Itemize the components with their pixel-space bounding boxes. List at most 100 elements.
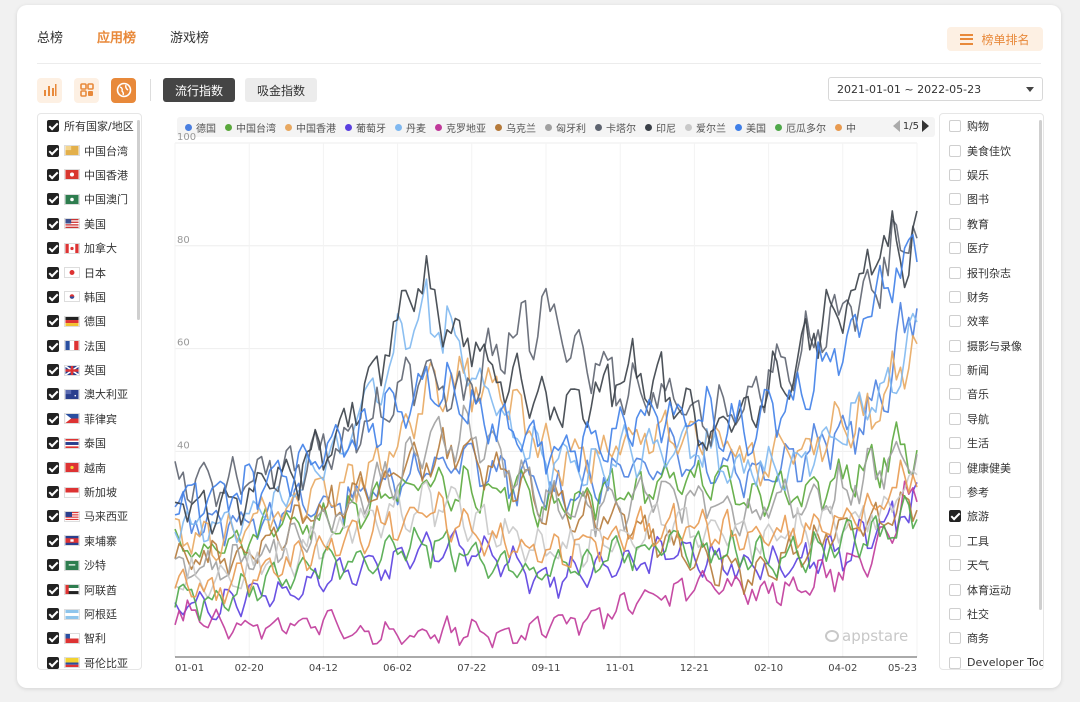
country-checkbox[interactable] xyxy=(47,461,59,474)
category-row[interactable]: 新闻 xyxy=(940,358,1043,382)
country-checkbox[interactable] xyxy=(47,193,59,206)
country-row[interactable]: 马来西亚 xyxy=(38,504,141,528)
category-filter-list[interactable]: 购物 美食佳饮 娱乐 图书 教育 医疗 报刊杂志 财务 效率 摄影与录像 新闻 音乐 导航 生活 健康健美参… xyxy=(939,113,1044,670)
tab-games[interactable]: 游戏榜 xyxy=(170,27,209,57)
country-row[interactable]: 法国 xyxy=(38,334,141,358)
category-checkbox[interactable] xyxy=(949,120,961,133)
country-checkbox[interactable] xyxy=(47,120,59,133)
category-checkbox[interactable] xyxy=(949,412,961,425)
category-row[interactable]: 健康健美 xyxy=(940,455,1043,479)
country-row[interactable]: 阿联酋 xyxy=(38,577,141,601)
category-row[interactable]: 图书 xyxy=(940,187,1043,211)
category-row[interactable]: 参考 xyxy=(940,480,1043,504)
category-checkbox[interactable] xyxy=(949,486,961,499)
country-checkbox[interactable] xyxy=(47,559,59,572)
category-checkbox[interactable] xyxy=(949,168,961,181)
category-checkbox[interactable] xyxy=(949,461,961,474)
category-row[interactable]: 娱乐 xyxy=(940,163,1043,187)
category-checkbox[interactable] xyxy=(949,437,961,450)
country-checkbox[interactable] xyxy=(47,242,59,255)
country-checkbox[interactable] xyxy=(47,583,59,596)
country-row[interactable]: 日本 xyxy=(38,260,141,284)
category-checkbox[interactable] xyxy=(949,193,961,206)
category-checkbox[interactable] xyxy=(949,266,961,279)
category-checkbox[interactable] xyxy=(949,583,961,596)
category-checkbox[interactable] xyxy=(949,608,961,620)
category-checkbox[interactable] xyxy=(949,144,961,157)
category-row[interactable]: 购物 xyxy=(940,114,1043,138)
category-checkbox[interactable] xyxy=(949,364,961,377)
country-checkbox[interactable] xyxy=(47,168,59,181)
country-checkbox[interactable] xyxy=(47,364,59,377)
rank-list-button[interactable]: 榜单排名 xyxy=(947,27,1043,51)
popularity-index-tab[interactable]: 流行指数 xyxy=(163,78,236,102)
country-checkbox[interactable] xyxy=(47,388,59,401)
category-row[interactable]: 生活 xyxy=(940,431,1043,455)
revenue-index-tab[interactable]: 吸金指数 xyxy=(245,78,318,102)
country-checkbox[interactable] xyxy=(47,534,59,547)
country-row[interactable]: 阿根廷 xyxy=(38,602,141,626)
country-checkbox[interactable] xyxy=(47,217,59,230)
category-row[interactable]: 工具 xyxy=(940,529,1043,553)
category-checkbox[interactable] xyxy=(949,242,961,255)
category-row[interactable]: 旅游 xyxy=(940,504,1043,528)
country-checkbox[interactable] xyxy=(47,486,59,499)
country-row[interactable]: 美国 xyxy=(38,212,141,236)
category-row[interactable]: 医疗 xyxy=(940,236,1043,260)
bar-chart-view-button[interactable] xyxy=(37,77,62,103)
category-row[interactable]: 社交 xyxy=(940,602,1043,626)
country-list-scrollbar[interactable] xyxy=(137,120,140,320)
country-row[interactable]: 菲律宾 xyxy=(38,407,141,431)
country-row[interactable]: 加拿大 xyxy=(38,236,141,260)
country-checkbox[interactable] xyxy=(47,412,59,425)
country-filter-list[interactable]: 所有国家/地区 中国台湾 中国香港 中国澳门 美国 加拿大 日本 韩国 德国 法国 英国 澳大利亚 菲律… xyxy=(37,113,142,670)
category-checkbox[interactable] xyxy=(949,559,961,572)
country-checkbox[interactable] xyxy=(47,315,59,328)
country-checkbox[interactable] xyxy=(47,339,59,352)
country-checkbox[interactable] xyxy=(47,608,59,620)
country-checkbox[interactable] xyxy=(47,437,59,450)
country-row[interactable]: 泰国 xyxy=(38,431,141,455)
category-row[interactable]: 天气 xyxy=(940,553,1043,577)
country-row[interactable]: 中国澳门 xyxy=(38,187,141,211)
country-row[interactable]: 新加坡 xyxy=(38,480,141,504)
country-row[interactable]: 澳大利亚 xyxy=(38,382,141,406)
country-row[interactable]: 韩国 xyxy=(38,285,141,309)
country-row[interactable]: 哥伦比亚 xyxy=(38,651,141,669)
category-checkbox[interactable] xyxy=(949,315,961,328)
country-row[interactable]: 柬埔寨 xyxy=(38,529,141,553)
date-range-select[interactable]: 2021-01-01 ~ 2022-05-23 xyxy=(828,77,1043,101)
category-row[interactable]: 音乐 xyxy=(940,382,1043,406)
category-checkbox[interactable] xyxy=(949,510,961,523)
tab-overall[interactable]: 总榜 xyxy=(37,27,63,57)
country-row[interactable]: 智利 xyxy=(38,626,141,650)
globe-view-button[interactable] xyxy=(111,77,136,103)
country-row[interactable]: 沙特 xyxy=(38,553,141,577)
country-checkbox[interactable] xyxy=(47,290,59,303)
category-row[interactable]: 体育运动 xyxy=(940,577,1043,601)
category-row[interactable]: 效率 xyxy=(940,309,1043,333)
tab-apps[interactable]: 应用榜 xyxy=(97,27,136,57)
category-checkbox[interactable] xyxy=(949,388,961,401)
country-checkbox[interactable] xyxy=(47,266,59,279)
country-checkbox[interactable] xyxy=(47,656,59,669)
country-checkbox[interactable] xyxy=(47,632,59,645)
category-row[interactable]: 财务 xyxy=(940,285,1043,309)
category-row[interactable]: 教育 xyxy=(940,212,1043,236)
country-row[interactable]: 中国台湾 xyxy=(38,138,141,162)
category-row[interactable]: 美食佳饮 xyxy=(940,138,1043,162)
country-row[interactable]: 英国 xyxy=(38,358,141,382)
grid-view-button[interactable] xyxy=(74,77,99,103)
category-checkbox[interactable] xyxy=(949,534,961,547)
category-list-scrollbar[interactable] xyxy=(1039,120,1042,610)
category-row[interactable]: Developer Tools xyxy=(940,651,1043,669)
category-row[interactable]: 摄影与录像 xyxy=(940,334,1043,358)
country-row[interactable]: 所有国家/地区 xyxy=(38,114,141,138)
category-checkbox[interactable] xyxy=(949,339,961,352)
category-checkbox[interactable] xyxy=(949,290,961,303)
country-checkbox[interactable] xyxy=(47,510,59,523)
category-row[interactable]: 报刊杂志 xyxy=(940,260,1043,284)
country-checkbox[interactable] xyxy=(47,144,59,157)
category-checkbox[interactable] xyxy=(949,656,961,669)
category-row[interactable]: 商务 xyxy=(940,626,1043,650)
